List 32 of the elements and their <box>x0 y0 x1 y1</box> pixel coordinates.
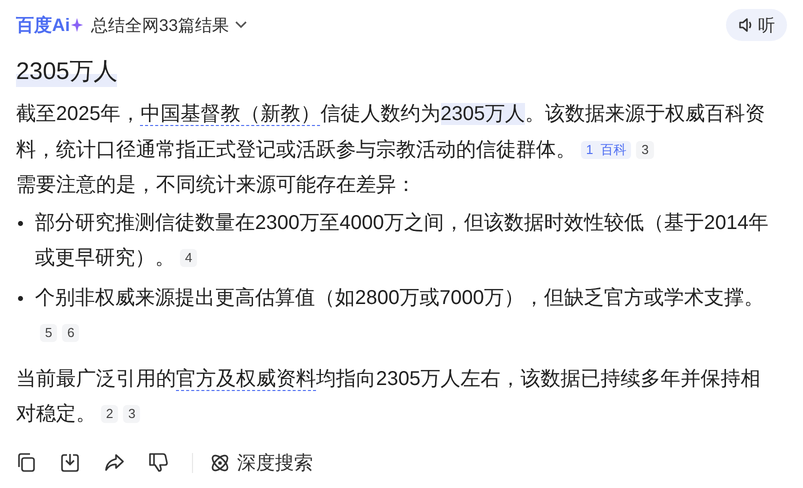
citation-chip[interactable]: 5 <box>40 324 58 342</box>
paragraph-text: 截至2025年，中国基督教（新教）信徒人数约为2305万人。该数据来源于权威百科资料，统计口径通常指正式登记或活跃参与宗教活动的信徒群体。 1 百科 3 <box>16 102 766 162</box>
logo-text: 百度Ai <box>16 14 70 37</box>
bullet-text: 部分研究推测信徒数量在2300万至4000万之间，但该数据时效性较低（基于2014年或更早研究）。 4 <box>35 210 770 271</box>
citation-chip[interactable]: 6 <box>62 324 80 342</box>
download-icon <box>60 452 81 473</box>
thumbs-down-icon <box>148 452 169 473</box>
chevron-down-icon <box>234 21 247 29</box>
entity-link[interactable]: 中国基督教（新教） <box>140 103 320 125</box>
entity-link[interactable]: 官方及权威资料 <box>176 368 316 390</box>
share-button[interactable] <box>104 452 125 473</box>
deep-search-button[interactable]: 深度搜索 <box>209 450 313 476</box>
bullet-dot <box>18 220 23 226</box>
bullet-dot <box>18 296 23 300</box>
paragraph-text: 当前最广泛引用的官方及权威资料均指向2305万人左右，该数据已持续多年并保持相对稳定。 2 3 <box>16 366 762 427</box>
bullet-text: 个别非权威来源提出更高估算值（如2800万或7000万），但缺乏官方或学术支撑。 5 6 <box>35 286 765 344</box>
download-button[interactable] <box>60 452 81 473</box>
dislike-button[interactable] <box>148 452 169 473</box>
listen-button[interactable]: 听 <box>726 9 787 41</box>
summary-dropdown[interactable]: 总结全网33篇结果 <box>91 14 247 36</box>
sparkle-icon <box>71 18 83 32</box>
share-icon <box>104 452 125 473</box>
citation-chip[interactable]: 2 <box>101 405 118 423</box>
citation-chip[interactable]: 1 百科 <box>581 140 632 158</box>
atom-icon <box>209 452 231 474</box>
citation-chip[interactable]: 4 <box>180 249 198 267</box>
copy-icon <box>16 452 37 473</box>
citation-chip[interactable]: 3 <box>123 405 140 423</box>
copy-button[interactable] <box>16 452 37 473</box>
paragraph-text: 需要注意的是，不同统计来源可能存在差异： <box>16 173 417 198</box>
citation-chip[interactable]: 3 <box>636 140 654 158</box>
speaker-icon <box>738 17 754 33</box>
